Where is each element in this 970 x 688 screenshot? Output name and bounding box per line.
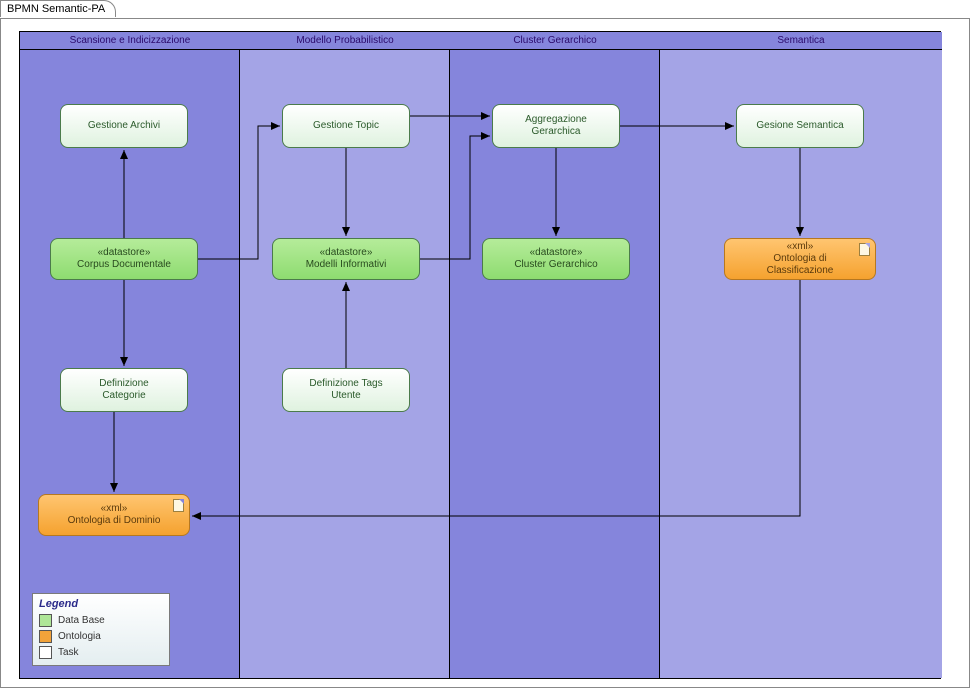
task-aggregazione-gerarchica[interactable]: Aggregazione Gerarchica <box>492 104 620 148</box>
task-gestione-archivi[interactable]: Gestione Archivi <box>60 104 188 148</box>
legend-row-ontologia: Ontologia <box>39 630 163 643</box>
tab-label: BPMN Semantic-PA <box>7 3 105 15</box>
document-icon <box>173 499 184 512</box>
pool: Scansione e Indicizzazione Modello Proba… <box>19 31 941 679</box>
lane-header-1: Scansione e Indicizzazione <box>20 32 240 50</box>
diagram-canvas: Scansione e Indicizzazione Modello Proba… <box>0 18 970 688</box>
lane-header-3: Cluster Gerarchico <box>450 32 660 50</box>
document-icon <box>859 243 870 256</box>
swatch-database <box>39 614 52 627</box>
legend: Legend Data Base Ontologia Task <box>32 593 170 666</box>
legend-title: Legend <box>39 598 163 610</box>
swatch-ontologia <box>39 630 52 643</box>
xml-ontologia-classificazione[interactable]: «xml» Ontologia di Classificazione <box>724 238 876 280</box>
diagram-tab[interactable]: BPMN Semantic-PA <box>0 0 116 17</box>
legend-row-database: Data Base <box>39 614 163 627</box>
task-definizione-tags-utente[interactable]: Definizione Tags Utente <box>282 368 410 412</box>
task-gestione-topic[interactable]: Gestione Topic <box>282 104 410 148</box>
swatch-task <box>39 646 52 659</box>
lane-header-2: Modello Probabilistico <box>240 32 450 50</box>
task-gestione-semantica[interactable]: Gesione Semantica <box>736 104 864 148</box>
task-definizione-categorie[interactable]: Definizione Categorie <box>60 368 188 412</box>
datastore-modelli-informativi[interactable]: «datastore» Modelli Informativi <box>272 238 420 280</box>
datastore-cluster-gerarchico[interactable]: «datastore» Cluster Gerarchico <box>482 238 630 280</box>
xml-ontologia-dominio[interactable]: «xml» Ontologia di Dominio <box>38 494 190 536</box>
legend-row-task: Task <box>39 646 163 659</box>
lane-header-4: Semantica <box>660 32 942 50</box>
datastore-corpus-documentale[interactable]: «datastore» Corpus Documentale <box>50 238 198 280</box>
